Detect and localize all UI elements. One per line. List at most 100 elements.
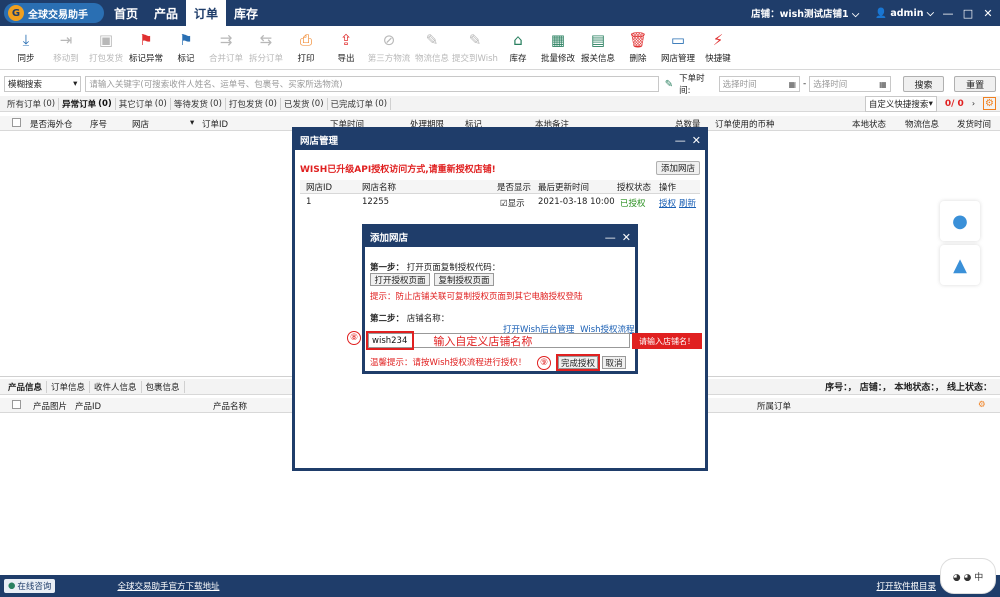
chat-button[interactable]: ●	[940, 201, 980, 241]
status-tab-label: 已完成订单	[330, 99, 374, 110]
mascot-icon[interactable]: ◕ ◕ 中	[940, 558, 996, 594]
add-store-button[interactable]: 添加网店	[656, 161, 700, 175]
dropdown-arrow-icon: ▾	[928, 98, 933, 109]
copy-auth-page-button[interactable]: 复制授权页面	[434, 273, 494, 286]
toolbar-button-shortcut[interactable]: ⚡ 快捷键	[698, 26, 738, 70]
chat-icon: ●	[8, 581, 16, 591]
download-link[interactable]: 全球交易助手官方下载地址	[117, 580, 219, 592]
tab-package-info[interactable]: 包裹信息	[142, 380, 185, 393]
search-input[interactable]: 请输入关键字(可搜索收件人姓名、运单号、包裹号、买家所选物流)	[85, 76, 659, 92]
tab-recipient-info[interactable]: 收件人信息	[90, 380, 142, 393]
col-store[interactable]: 网店	[132, 118, 149, 130]
dialog-title-bar: 添加网店 — ✕	[365, 227, 635, 247]
product-select-all-checkbox[interactable]	[12, 400, 21, 409]
batch-edit-icon: ▦	[550, 31, 566, 49]
dialog-title: 添加网店	[370, 233, 409, 244]
toolbar-button-batch-edit[interactable]: ▦ 批量修改	[538, 26, 578, 70]
authorize-link[interactable]: 授权	[659, 197, 676, 209]
status-tab[interactable]: 其它订单 (0)	[116, 97, 171, 110]
status-tab[interactable]: 所有订单 (0)	[4, 97, 60, 110]
minimize-icon[interactable]: —	[605, 231, 616, 244]
refresh-link[interactable]: 刷新	[679, 197, 696, 209]
close-icon[interactable]: ✕	[982, 7, 994, 20]
end-time-input[interactable]: 选择时间 ▦	[809, 76, 891, 92]
nav-tab-inventory[interactable]: 库存	[226, 0, 266, 26]
input-highlight-box	[366, 331, 414, 350]
reset-button[interactable]: 重置	[954, 76, 997, 92]
toolbar-button-logistics[interactable]: ✎ 物流信息	[412, 26, 452, 70]
cancel-button[interactable]: 取消	[602, 356, 626, 369]
close-icon[interactable]: ✕	[692, 134, 701, 147]
tab-order-info[interactable]: 订单信息	[47, 380, 91, 393]
select-all-checkbox[interactable]	[12, 118, 21, 127]
last-updated: 2021-03-18 10:00	[538, 197, 615, 207]
col-logistics[interactable]: 物流信息	[905, 118, 939, 130]
store-selector[interactable]: 店铺：wish测试店铺1 ⌵	[751, 6, 859, 20]
nav-tab-home[interactable]: 首页	[106, 0, 146, 26]
toolbar-button-flag-red[interactable]: ⚑ 标记异常	[126, 26, 166, 70]
submit-icon: ✎	[468, 31, 482, 49]
online-consult-button[interactable]: ● 在线咨询	[4, 579, 56, 593]
tab-product-info[interactable]: 产品信息	[4, 380, 48, 393]
filter-icon[interactable]: ▾	[190, 118, 194, 128]
calendar-icon[interactable]: ▦	[879, 80, 887, 89]
close-icon[interactable]: ✕	[622, 231, 631, 244]
status-tab[interactable]: 异常订单 (0)	[59, 97, 116, 110]
search-button[interactable]: 搜索	[902, 76, 945, 92]
nav-tab-orders[interactable]: 订单	[186, 0, 227, 26]
status-tab[interactable]: 已发货 (0)	[281, 97, 328, 110]
toolbar-button-split[interactable]: ⇆ 拆分订单	[246, 26, 286, 70]
toolbar-button-customs[interactable]: ▤ 报关信息	[578, 26, 618, 70]
store-row[interactable]: 1 12255 ☑显示 2021-03-18 10:00 已授权 授权 刷新	[300, 196, 700, 210]
status-tab[interactable]: 已完成订单 (0)	[328, 97, 392, 110]
toolbar-button-print[interactable]: ⎙ 打印	[286, 26, 326, 70]
toolbar-button-merge[interactable]: ⇉ 合并订单	[206, 26, 246, 70]
user-menu[interactable]: 👤 admin ⌵	[875, 8, 934, 19]
toolbar-button-flag-blue[interactable]: ⚑ 标记	[166, 26, 206, 70]
custom-search-select[interactable]: 自定义快捷搜索 ▾	[864, 95, 937, 112]
print-icon: ⎙	[299, 31, 312, 49]
pencil-icon[interactable]: ✎	[665, 79, 673, 90]
col-overseas[interactable]: 是否海外仓	[30, 118, 73, 130]
open-directory-link[interactable]: 打开软件根目录	[876, 580, 936, 592]
chevron-right-icon[interactable]: ›	[972, 99, 975, 108]
toolbar-button-delete[interactable]: 🗑 删除	[618, 26, 658, 70]
status-tab[interactable]: 等待发货 (0)	[171, 97, 226, 110]
toolbar-label: 库存	[509, 54, 527, 64]
add-store-dialog: 添加网店 — ✕ 第一步： 打开页面复制授权代码： 打开授权页面 复制授权页面 …	[362, 224, 638, 374]
open-auth-page-button[interactable]: 打开授权页面	[370, 273, 430, 286]
status-tab-count: (0)	[98, 98, 112, 109]
minimize-icon[interactable]: —	[942, 7, 954, 20]
settings-icon[interactable]: ⚙	[983, 97, 996, 110]
toolbar-button-package[interactable]: ▣ 打包发货	[86, 26, 126, 70]
calendar-icon[interactable]: ▦	[788, 80, 796, 89]
maximize-icon[interactable]: □	[962, 7, 974, 20]
dialog-title-bar: 网店管理 — ✕	[295, 130, 705, 150]
search-mode-select[interactable]: 模糊搜索 ▾	[4, 76, 82, 92]
status-tab-label: 异常订单	[62, 99, 97, 110]
toolbar-button-third-party[interactable]: ⊘ 第三方物流	[366, 26, 412, 70]
status-tab[interactable]: 打包发货 (0)	[226, 97, 281, 110]
col-product-image: 产品图片	[33, 402, 68, 412]
col-local-status[interactable]: 本地状态	[852, 118, 886, 130]
logistics-icon: ✎	[425, 31, 439, 49]
nav-tab-products[interactable]: 产品	[146, 0, 186, 26]
toolbar-button-submit[interactable]: ✎ 提交到Wish	[452, 26, 498, 70]
visible-checkbox[interactable]: ☑显示	[500, 197, 525, 209]
shortcut-icon: ⚡	[712, 31, 724, 49]
col-seq[interactable]: 序号	[90, 118, 107, 130]
toolbar-button-move[interactable]: ⇥ 移动到	[46, 26, 86, 70]
notification-button[interactable]: ▲	[940, 245, 980, 285]
toolbar-button-export[interactable]: ⇪ 导出	[326, 26, 366, 70]
column-settings-icon[interactable]: ⚙	[978, 400, 986, 410]
toolbar-button-warehouse[interactable]: ⌂ 库存	[498, 26, 538, 70]
toolbar-label: 导出	[337, 54, 355, 64]
col-order-id[interactable]: 订单ID	[202, 118, 228, 130]
toolbar-label: 拆分订单	[248, 54, 283, 64]
toolbar-button-sync[interactable]: ⤓ 同步	[6, 26, 46, 70]
minimize-icon[interactable]: —	[675, 134, 686, 147]
col-currency[interactable]: 订单使用的币种	[715, 118, 775, 130]
toolbar-button-store-manage[interactable]: ▭ 网店管理	[658, 26, 698, 70]
col-ship-time[interactable]: 发货时间	[957, 118, 991, 130]
start-time-input[interactable]: 选择时间 ▦	[718, 76, 801, 92]
